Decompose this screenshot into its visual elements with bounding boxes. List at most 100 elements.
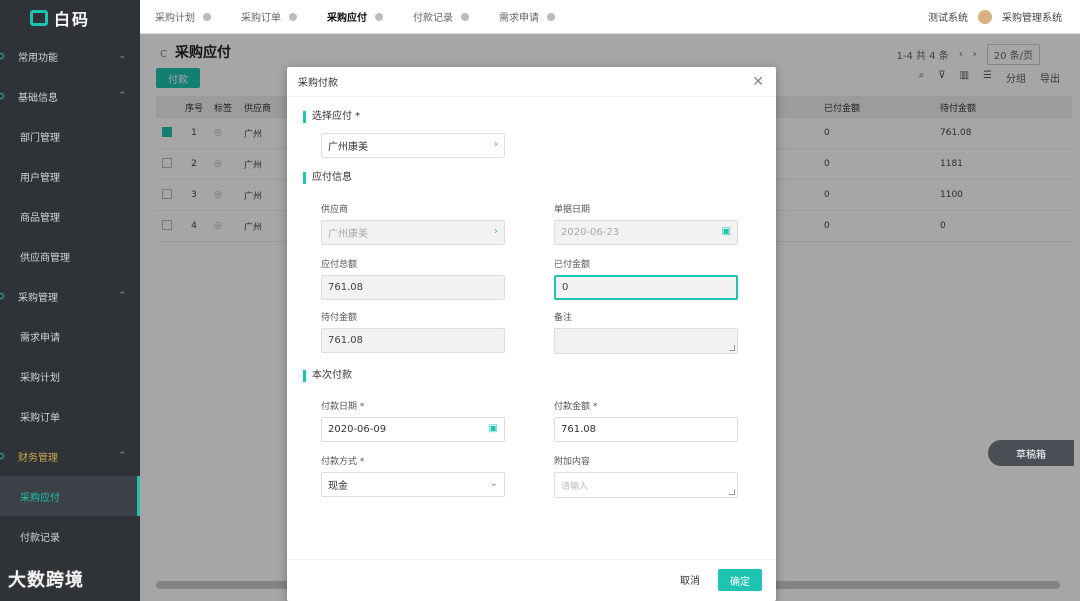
modal-header: 采购付款 [287,67,776,97]
group-icon [0,53,4,59]
tab-label: 采购应付 [327,13,367,24]
total-value: 761.08 [328,282,363,293]
extra-label: 附加内容 [554,457,591,467]
total-label: 应付总额 [321,260,358,270]
tab-label: 需求申请 [499,13,539,24]
amount-label: 付款金额 * [554,402,598,412]
tab-label: 付款记录 [413,13,453,24]
sidebar-item[interactable]: 供应商管理 [0,236,140,276]
note-field [554,328,738,354]
chevron-icon: ⌃ [118,451,126,461]
close-tab-icon[interactable] [375,12,383,21]
pay-date-field[interactable]: 2020-06-09 ▣ [321,417,505,442]
sidebar-group[interactable]: 基础信息 ⌃ [0,76,140,116]
draft-box-button[interactable]: 草稿箱 [988,440,1074,466]
sidebar-group-label: 常用功能 [18,52,58,64]
logo: 白码 [0,0,140,36]
cancel-button[interactable]: 取消 [680,572,700,587]
sidebar-group-label: 财务管理 [18,452,58,464]
total-field: 761.08 [321,275,505,300]
supplier-field: 广州康美 › [321,220,505,245]
chevron-down-icon: ⌄ [489,478,498,489]
method-label: 付款方式 * [321,457,365,467]
group-icon [0,293,4,299]
amount-field[interactable]: 761.08 [554,417,738,442]
tabs: 采购计划 采购订单 采购应付 付款记录 需求申请 [140,0,570,34]
doc-date-label: 单据日期 [554,205,591,215]
close-tab-icon[interactable] [461,12,469,21]
paid-value: 0 [562,282,569,293]
payable-select[interactable]: 广州康美 › [321,133,505,158]
tab[interactable]: 采购订单 [226,0,312,34]
resize-icon [729,489,735,495]
tab-label: 采购计划 [155,13,195,24]
paid-field[interactable]: 0 [554,275,738,300]
tab[interactable]: 采购计划 [140,0,226,34]
chevron-icon: ⌃ [118,91,126,101]
top-right: 测试系统 采购管理系统 [928,9,1080,24]
modal-footer: 取消 确定 [287,559,776,601]
section-this-payment: 本次付款 [303,370,352,382]
confirm-button[interactable]: 确定 [718,569,762,591]
section-payable-info: 应付信息 [303,172,352,184]
doc-date-value: 2020-06-23 [561,227,620,238]
chevron-right-icon: › [494,139,498,150]
app-root: 白码 常用功能 ⌄ 基础信息 ⌃ 部门管理 用户管理 商品管理 供应商管理 采购管理 ⌃ 需求申请采… [0,0,1080,601]
sidebar: 白码 常用功能 ⌄ 基础信息 ⌃ 部门管理 用户管理 商品管理 供应商管理 采购管理 ⌃ 需求申请采… [0,0,140,601]
pending-field: 761.08 [321,328,505,353]
close-icon[interactable]: ✕ [752,74,764,90]
pending-value: 761.08 [328,335,363,346]
supplier-label: 供应商 [321,205,349,215]
tab[interactable]: 采购应付 [312,0,398,34]
section-select-payable: 选择应付 * [303,111,360,123]
group-icon [0,453,4,459]
sidebar-group[interactable]: 常用功能 ⌄ [0,36,140,76]
sidebar-item[interactable]: 采购订单 [0,396,140,436]
note-label: 备注 [554,313,573,323]
method-select[interactable]: 现金 ⌄ [321,472,505,497]
user-avatar-icon[interactable] [978,9,992,24]
watermark: 大数跨境 [8,570,84,591]
chevron-icon: ⌃ [118,291,126,301]
logo-icon [30,10,48,26]
calendar-icon[interactable]: ▣ [489,423,498,434]
close-tab-icon[interactable] [203,12,211,21]
chevron-icon: ⌄ [118,51,126,61]
tab-label: 采购订单 [241,13,281,24]
resize-icon [729,345,735,351]
group-icon [0,93,4,99]
method-value: 现金 [328,481,348,492]
payable-select-value: 广州康美 [328,142,368,153]
modal-title: 采购付款 [298,78,338,89]
system-switch-test[interactable]: 测试系统 [928,9,968,24]
sidebar-group-label: 基础信息 [18,92,58,104]
extra-field[interactable]: 请输入 [554,472,738,498]
pay-date-label: 付款日期 * [321,402,365,412]
sidebar-item[interactable]: 付款记录 [0,516,140,556]
close-tab-icon[interactable] [289,12,297,21]
tab-bar: 采购计划 采购订单 采购应付 付款记录 需求申请 测试系统 采购管理系统 [140,0,1080,34]
logo-text: 白码 [54,10,91,29]
sidebar-group-label: 采购管理 [18,292,58,304]
sidebar-item[interactable]: 部门管理 [0,116,140,156]
sidebar-item[interactable]: 用户管理 [0,156,140,196]
sidebar-item[interactable]: 需求申请 [0,316,140,356]
payment-modal: 采购付款 ✕ 选择应付 * 广州康美 › 应付信息 供应商 广州康美 › 单据日期 … [287,67,776,601]
pay-date-value: 2020-06-09 [328,424,387,435]
sidebar-item[interactable]: 采购计划 [0,356,140,396]
calendar-icon: ▣ [721,226,731,237]
chevron-right-icon: › [494,226,498,237]
sidebar-group[interactable]: 财务管理 ⌃ [0,436,140,476]
close-tab-icon[interactable] [547,12,555,21]
sidebar-item[interactable]: 商品管理 [0,196,140,236]
system-switch-purchase[interactable]: 采购管理系统 [1002,9,1062,24]
doc-date-field: 2020-06-23 ▣ [554,220,738,245]
sidebar-nav: 常用功能 ⌄ 基础信息 ⌃ 部门管理 用户管理 商品管理 供应商管理采购管理 ⌃ 需求申请 采购计划… [0,36,140,556]
sidebar-group[interactable]: 采购管理 ⌃ [0,276,140,316]
tab[interactable]: 付款记录 [398,0,484,34]
tab[interactable]: 需求申请 [484,0,570,34]
extra-placeholder: 请输入 [561,481,589,492]
sidebar-item[interactable]: 采购应付 [0,476,140,516]
paid-label: 已付金额 [554,260,591,270]
amount-value: 761.08 [561,424,596,435]
